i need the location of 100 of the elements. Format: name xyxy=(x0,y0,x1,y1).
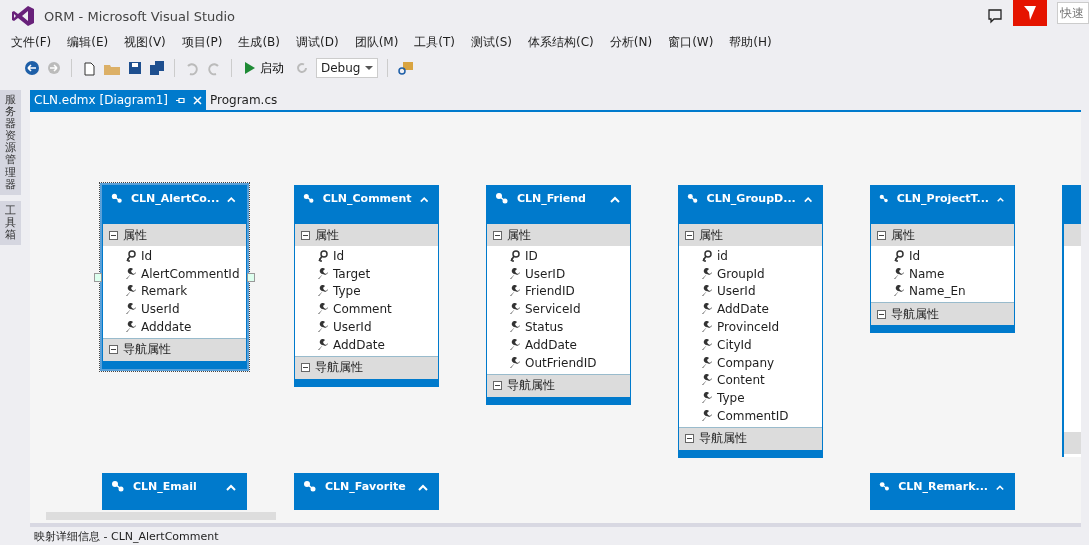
property-name[interactable]: CityId xyxy=(717,337,752,352)
menu-item[interactable]: 工具(T) xyxy=(406,33,464,51)
collapse-icon[interactable] xyxy=(996,484,1004,491)
property-name[interactable]: FriendID xyxy=(525,284,575,299)
section-header: 导航属性 xyxy=(507,377,555,395)
document-tab[interactable]: Program.cs xyxy=(206,90,282,110)
entity-shape[interactable]: CLN_Remark... xyxy=(870,473,1015,510)
collapse-section-icon[interactable] xyxy=(685,434,694,444)
entity-name: CLN_Email xyxy=(133,480,198,493)
key-icon xyxy=(509,249,521,262)
collapse-icon[interactable] xyxy=(997,196,1004,203)
property-name[interactable]: Company xyxy=(717,355,775,370)
property-name[interactable]: ServiceId xyxy=(525,302,581,317)
entity-name: CLN_ProjectT... xyxy=(896,192,989,205)
collapse-icon[interactable] xyxy=(226,484,236,491)
entity-shape[interactable]: CLN_AlertCo... 属性 Id AlertCommentId Remark UserId Adddate 导航属性 xyxy=(102,185,247,369)
entity-shape[interactable]: CLN_Friend 属性 ID UserID FriendID ServiceId Status AddDate OutFriendID 导航属性 xyxy=(486,185,631,405)
collapse-section-icon[interactable] xyxy=(685,230,694,240)
property-name[interactable]: UserId xyxy=(141,302,180,317)
property-name[interactable]: AddDate xyxy=(525,337,577,352)
key-icon xyxy=(893,249,905,262)
property-name[interactable]: OutFriendID xyxy=(525,355,597,370)
property-name[interactable]: Target xyxy=(333,266,371,281)
menu-item[interactable]: 生成(B) xyxy=(230,33,288,51)
collapse-section-icon[interactable] xyxy=(877,309,886,319)
collapse-icon[interactable] xyxy=(227,196,236,203)
quick-launch-field[interactable]: 快速 xyxy=(1057,2,1089,24)
property-name[interactable]: AlertCommentId xyxy=(141,266,240,281)
entity-icon xyxy=(495,192,509,206)
side-tab[interactable]: 工具箱 xyxy=(0,200,21,246)
collapse-section-icon[interactable] xyxy=(109,345,118,355)
save-all-icon[interactable] xyxy=(149,60,165,76)
property-name[interactable]: id xyxy=(717,248,728,263)
property-name[interactable]: Remark xyxy=(141,284,188,299)
collapse-icon[interactable] xyxy=(419,196,428,203)
menu-item[interactable]: 分析(N) xyxy=(601,33,661,51)
entity-shape[interactable]: CLN_GroupD... 属性 id GroupId UserId AddDate ProvinceId CityId Company Content Type CommentID 导航属性 xyxy=(678,185,823,458)
property-name[interactable]: Name xyxy=(909,266,945,281)
notification-button[interactable] xyxy=(1013,0,1047,26)
menu-item[interactable]: 项目(P) xyxy=(173,33,231,51)
property-name[interactable]: UserId xyxy=(717,284,756,299)
collapse-section-icon[interactable] xyxy=(877,230,886,240)
collapse-icon[interactable] xyxy=(610,196,620,203)
configuration-dropdown[interactable]: Debug xyxy=(316,58,378,78)
close-icon[interactable] xyxy=(193,95,202,105)
property-name[interactable]: GroupId xyxy=(717,266,765,281)
property-name[interactable]: Id xyxy=(141,248,153,263)
entity-shape[interactable]: CLN_ProjectT... 属性 Id Name Name_En 导航属性 xyxy=(870,185,1015,334)
resize-handle[interactable] xyxy=(247,273,255,282)
property-name[interactable]: UserId xyxy=(333,320,372,335)
menu-item[interactable]: 团队(M) xyxy=(346,33,407,51)
pin-icon[interactable] xyxy=(176,96,185,104)
entity-name: CLN_Comment xyxy=(322,192,412,205)
menu-item[interactable]: 视图(V) xyxy=(116,33,174,51)
entity-shape[interactable]: CLN_Comment 属性 Id Target Type Comment UserId AddDate 导航属性 xyxy=(294,185,439,387)
collapse-section-icon[interactable] xyxy=(301,230,310,240)
property-name[interactable]: Id xyxy=(333,248,345,263)
property-name[interactable]: Type xyxy=(717,391,745,406)
collapse-section-icon[interactable] xyxy=(109,230,118,240)
save-icon[interactable] xyxy=(127,60,143,76)
menu-item[interactable]: 编辑(E) xyxy=(59,33,117,51)
menu-item[interactable]: 帮助(H) xyxy=(721,33,780,51)
collapse-section-icon[interactable] xyxy=(493,381,502,391)
menu-item[interactable]: 窗口(W) xyxy=(660,33,722,51)
resize-handle[interactable] xyxy=(94,273,102,282)
collapse-section-icon[interactable] xyxy=(493,230,502,240)
property-name[interactable]: ID xyxy=(525,248,538,263)
collapse-section-icon[interactable] xyxy=(301,363,310,373)
new-file-icon[interactable] xyxy=(81,60,97,76)
property-name[interactable]: CommentID xyxy=(717,409,789,424)
entity-shape[interactable]: CLN_Favorite xyxy=(294,473,439,510)
menu-item[interactable]: 文件(F) xyxy=(3,33,60,51)
property-name[interactable]: AddDate xyxy=(717,302,769,317)
menu-item[interactable]: 体系结构(C) xyxy=(520,33,602,51)
section-header: 属性 xyxy=(123,226,147,244)
menu-item[interactable]: 测试(S) xyxy=(463,33,521,51)
find-icon[interactable] xyxy=(397,60,415,76)
property-name[interactable]: Content xyxy=(717,373,765,388)
back-icon[interactable] xyxy=(24,60,40,76)
feedback-icon[interactable] xyxy=(987,8,1003,24)
panel-title: 映射详细信息 - CLN_AlertComment xyxy=(34,528,219,544)
menu-item[interactable]: 调试(D) xyxy=(288,33,347,51)
entity-shape[interactable]: CLN_Email xyxy=(102,473,247,510)
collapse-icon[interactable] xyxy=(803,196,812,203)
property-name[interactable]: UserID xyxy=(525,266,566,281)
property-name[interactable]: Adddate xyxy=(141,320,192,335)
section-header: 属性 xyxy=(315,226,339,244)
entity-icon xyxy=(303,480,317,494)
property-name[interactable]: Type xyxy=(333,284,361,299)
property-name[interactable]: Status xyxy=(525,320,564,335)
property-name[interactable]: Id xyxy=(909,248,921,263)
document-tab[interactable]: CLN.edmx [Diagram1] xyxy=(30,90,206,110)
property-name[interactable]: AddDate xyxy=(333,337,385,352)
property-name[interactable]: ProvinceId xyxy=(717,320,780,335)
side-tab[interactable]: 服务器资源管理器 xyxy=(0,90,21,195)
collapse-icon[interactable] xyxy=(418,484,428,491)
property-name[interactable]: Comment xyxy=(333,302,392,317)
start-button[interactable]: 启动 xyxy=(241,59,288,77)
property-name[interactable]: Name_En xyxy=(909,284,966,299)
entity-icon xyxy=(303,192,315,206)
